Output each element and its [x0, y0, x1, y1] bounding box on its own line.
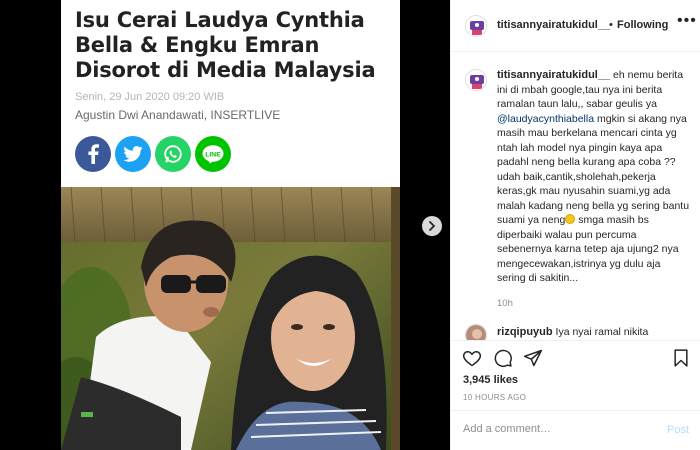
comment-username[interactable]: rizqipuyub — [497, 326, 553, 338]
article-screenshot: Isu Cerai Laudya Cynthia Bella & Engku E… — [61, 0, 400, 450]
post-actions: 3,945 likes 10 HOURS AGO — [451, 340, 700, 410]
header-separator: • — [609, 19, 613, 31]
caption-text: titisannyairatukidul__ eh nemu berita in… — [497, 68, 691, 286]
next-image-button[interactable] — [422, 216, 442, 236]
comment-input[interactable] — [463, 423, 643, 435]
caption-username[interactable]: titisannyairatukidul__ — [497, 69, 610, 81]
caption-mention[interactable]: @laudyacynthiabella — [497, 113, 594, 125]
comment-avatar[interactable] — [465, 324, 487, 340]
article-photo — [61, 187, 400, 450]
likes-count[interactable]: 3,945 likes — [463, 374, 518, 386]
comment-icon[interactable] — [493, 348, 513, 368]
article-title: Isu Cerai Laudya Cynthia Bella & Engku E… — [75, 8, 376, 82]
caption-time[interactable]: 10h — [497, 298, 513, 309]
bookmark-icon[interactable] — [671, 348, 691, 368]
avatar[interactable] — [465, 15, 487, 37]
article-author: Agustin Dwi Anandawati, INSERTLIVE — [75, 108, 281, 122]
article-date: Senin, 29 Jun 2020 09:20 WIB — [75, 91, 225, 103]
comments-list[interactable]: titisannyairatukidul__ eh nemu berita in… — [451, 52, 700, 340]
whatsapp-share-icon — [155, 136, 191, 172]
post-age[interactable]: 10 HOURS AGO — [463, 393, 526, 402]
following-button[interactable]: Following — [617, 19, 668, 31]
line-share-icon: LINE — [195, 136, 231, 172]
chevron-right-icon — [429, 221, 436, 231]
caption-body-2: mgkin si akang nya masih mau berkelana m… — [497, 112, 690, 227]
post-button[interactable]: Post — [667, 424, 689, 436]
post-sidebar: titisannyairatukidul__ • Following ••• t… — [450, 0, 700, 450]
smiling-emoji-icon — [565, 214, 576, 224]
more-options-icon[interactable]: ••• — [677, 12, 697, 30]
comment-text: Iya nyai ramal nikita — [552, 326, 649, 338]
post-header: titisannyairatukidul__ • Following ••• — [451, 0, 700, 52]
avatar-icon — [466, 70, 486, 90]
post-media[interactable]: Isu Cerai Laudya Cynthia Bella & Engku E… — [0, 0, 450, 450]
caption-avatar[interactable] — [465, 69, 487, 91]
header-username[interactable]: titisannyairatukidul__ — [497, 19, 610, 31]
add-comment-bar: Post — [451, 410, 700, 450]
heart-icon[interactable] — [462, 348, 482, 368]
avatar-icon — [466, 16, 486, 36]
line-icon-text: LINE — [205, 151, 221, 158]
facebook-share-icon — [75, 136, 111, 172]
comment-item: rizqipuyub Iya nyai ramal nikita — [497, 326, 691, 338]
twitter-share-icon — [115, 136, 151, 172]
share-icon[interactable] — [523, 348, 543, 368]
avatar-icon — [466, 325, 486, 340]
